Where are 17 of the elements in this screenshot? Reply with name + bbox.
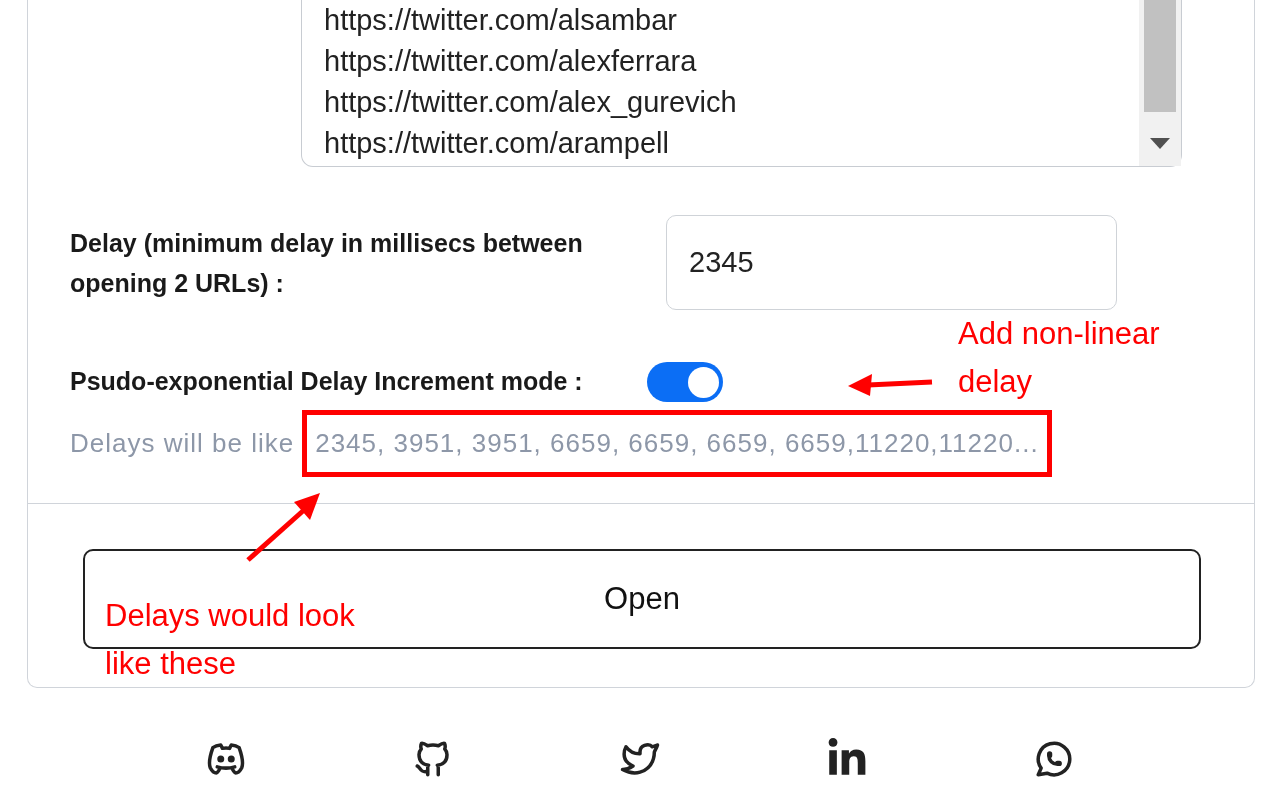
url-text: https://twitter.com/alsambar [324, 3, 678, 38]
url-text: https://twitter.com/alex_gurevich [324, 85, 738, 120]
scrollbar[interactable] [1139, 0, 1181, 166]
annotation-text: delay [958, 363, 1034, 401]
url-text: https://twitter.com/arampell [324, 126, 670, 161]
url-list-field[interactable]: https://twitter.com/alsambar https://twitter.com/alexferrara https://twitter.com/alex_gurevich https://twitter.com/arampell [301, 0, 1182, 167]
delays-hint: Delays will be like [70, 427, 295, 460]
annotation-text: Add non-linear [958, 315, 1160, 353]
delay-values: 2345, 3951, 3951, 6659, 6659, 6659, 6659,11220,11220... [315, 428, 1039, 458]
mode-label: Psudo-exponential Delay Increment mode : [70, 366, 583, 398]
scrollbar-thumb[interactable] [1144, 0, 1176, 112]
delay-label: Delay (minimum delay in millisecs between opening 2 URLs) : [70, 227, 584, 299]
url-text: https://twitter.com/alexferrara [324, 44, 698, 79]
annotation-text: Delays would look [105, 597, 355, 635]
scroll-down-icon[interactable] [1150, 138, 1170, 150]
toggle-switch[interactable] [646, 362, 723, 402]
delay-input[interactable]: 2345 [666, 215, 1117, 310]
